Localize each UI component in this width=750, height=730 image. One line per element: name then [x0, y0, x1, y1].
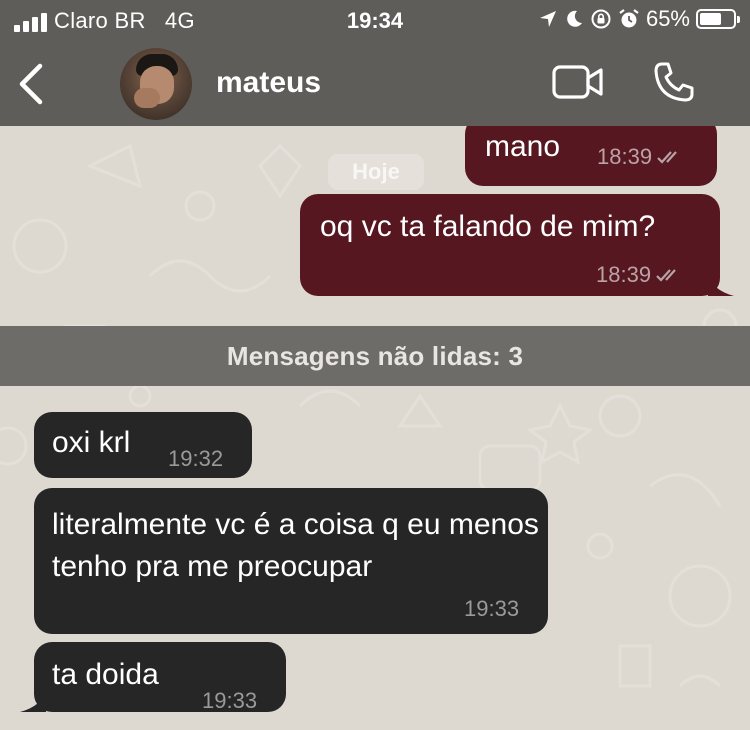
- phone-icon[interactable]: [652, 60, 696, 104]
- message-text: ta doida: [52, 658, 159, 691]
- message-time: 19:33: [202, 688, 258, 713]
- message-time: 18:39: [596, 262, 652, 287]
- unread-messages-banner: Mensagens não lidas: 3: [0, 326, 750, 386]
- bubble-tail: [20, 690, 46, 712]
- outgoing-message[interactable]: mano 18:39: [465, 126, 717, 186]
- message-time: 19:32: [168, 446, 224, 471]
- read-ticks-icon: [656, 269, 676, 282]
- avatar[interactable]: [120, 48, 192, 120]
- status-icons: 65%: [538, 6, 740, 32]
- battery-icon: [696, 9, 740, 29]
- video-call-icon[interactable]: [552, 64, 604, 100]
- date-separator: Hoje: [328, 154, 424, 190]
- contact-name[interactable]: mateus: [216, 66, 321, 100]
- message-time: 19:33: [464, 596, 520, 621]
- moon-icon: [567, 10, 582, 27]
- message-text: literalmente vc é a coisa q eu menos ten…: [52, 508, 539, 583]
- incoming-message[interactable]: literalmente vc é a coisa q eu menos ten…: [34, 488, 548, 634]
- message-text: oq vc ta falando de mim?: [320, 210, 656, 243]
- battery-percentage: 65%: [645, 6, 690, 31]
- chat-header: mateus: [0, 44, 750, 126]
- message-time: 18:39: [597, 144, 653, 169]
- battery-level: [700, 13, 721, 25]
- top-bar: Claro BR 4G 19:34 65% mateus: [0, 0, 750, 126]
- bubble-tail: [708, 274, 734, 296]
- message-text: oxi krl: [52, 426, 131, 459]
- rotation-lock-icon: [591, 9, 611, 29]
- incoming-message[interactable]: oxi krl 19:32: [34, 412, 252, 478]
- message-text: mano: [485, 130, 561, 163]
- alarm-clock-icon: [619, 9, 639, 28]
- back-chevron-icon[interactable]: [14, 62, 48, 106]
- outgoing-message[interactable]: oq vc ta falando de mim? 18:39: [300, 194, 734, 296]
- read-ticks-icon: [657, 151, 677, 164]
- incoming-message[interactable]: ta doida 19:33: [20, 642, 286, 713]
- chat-area[interactable]: Hoje mano 18:39 oq vc ta falando de mim?…: [0, 126, 750, 730]
- location-arrow-icon: [539, 11, 556, 27]
- status-bar: Claro BR 4G 19:34 65%: [0, 0, 750, 44]
